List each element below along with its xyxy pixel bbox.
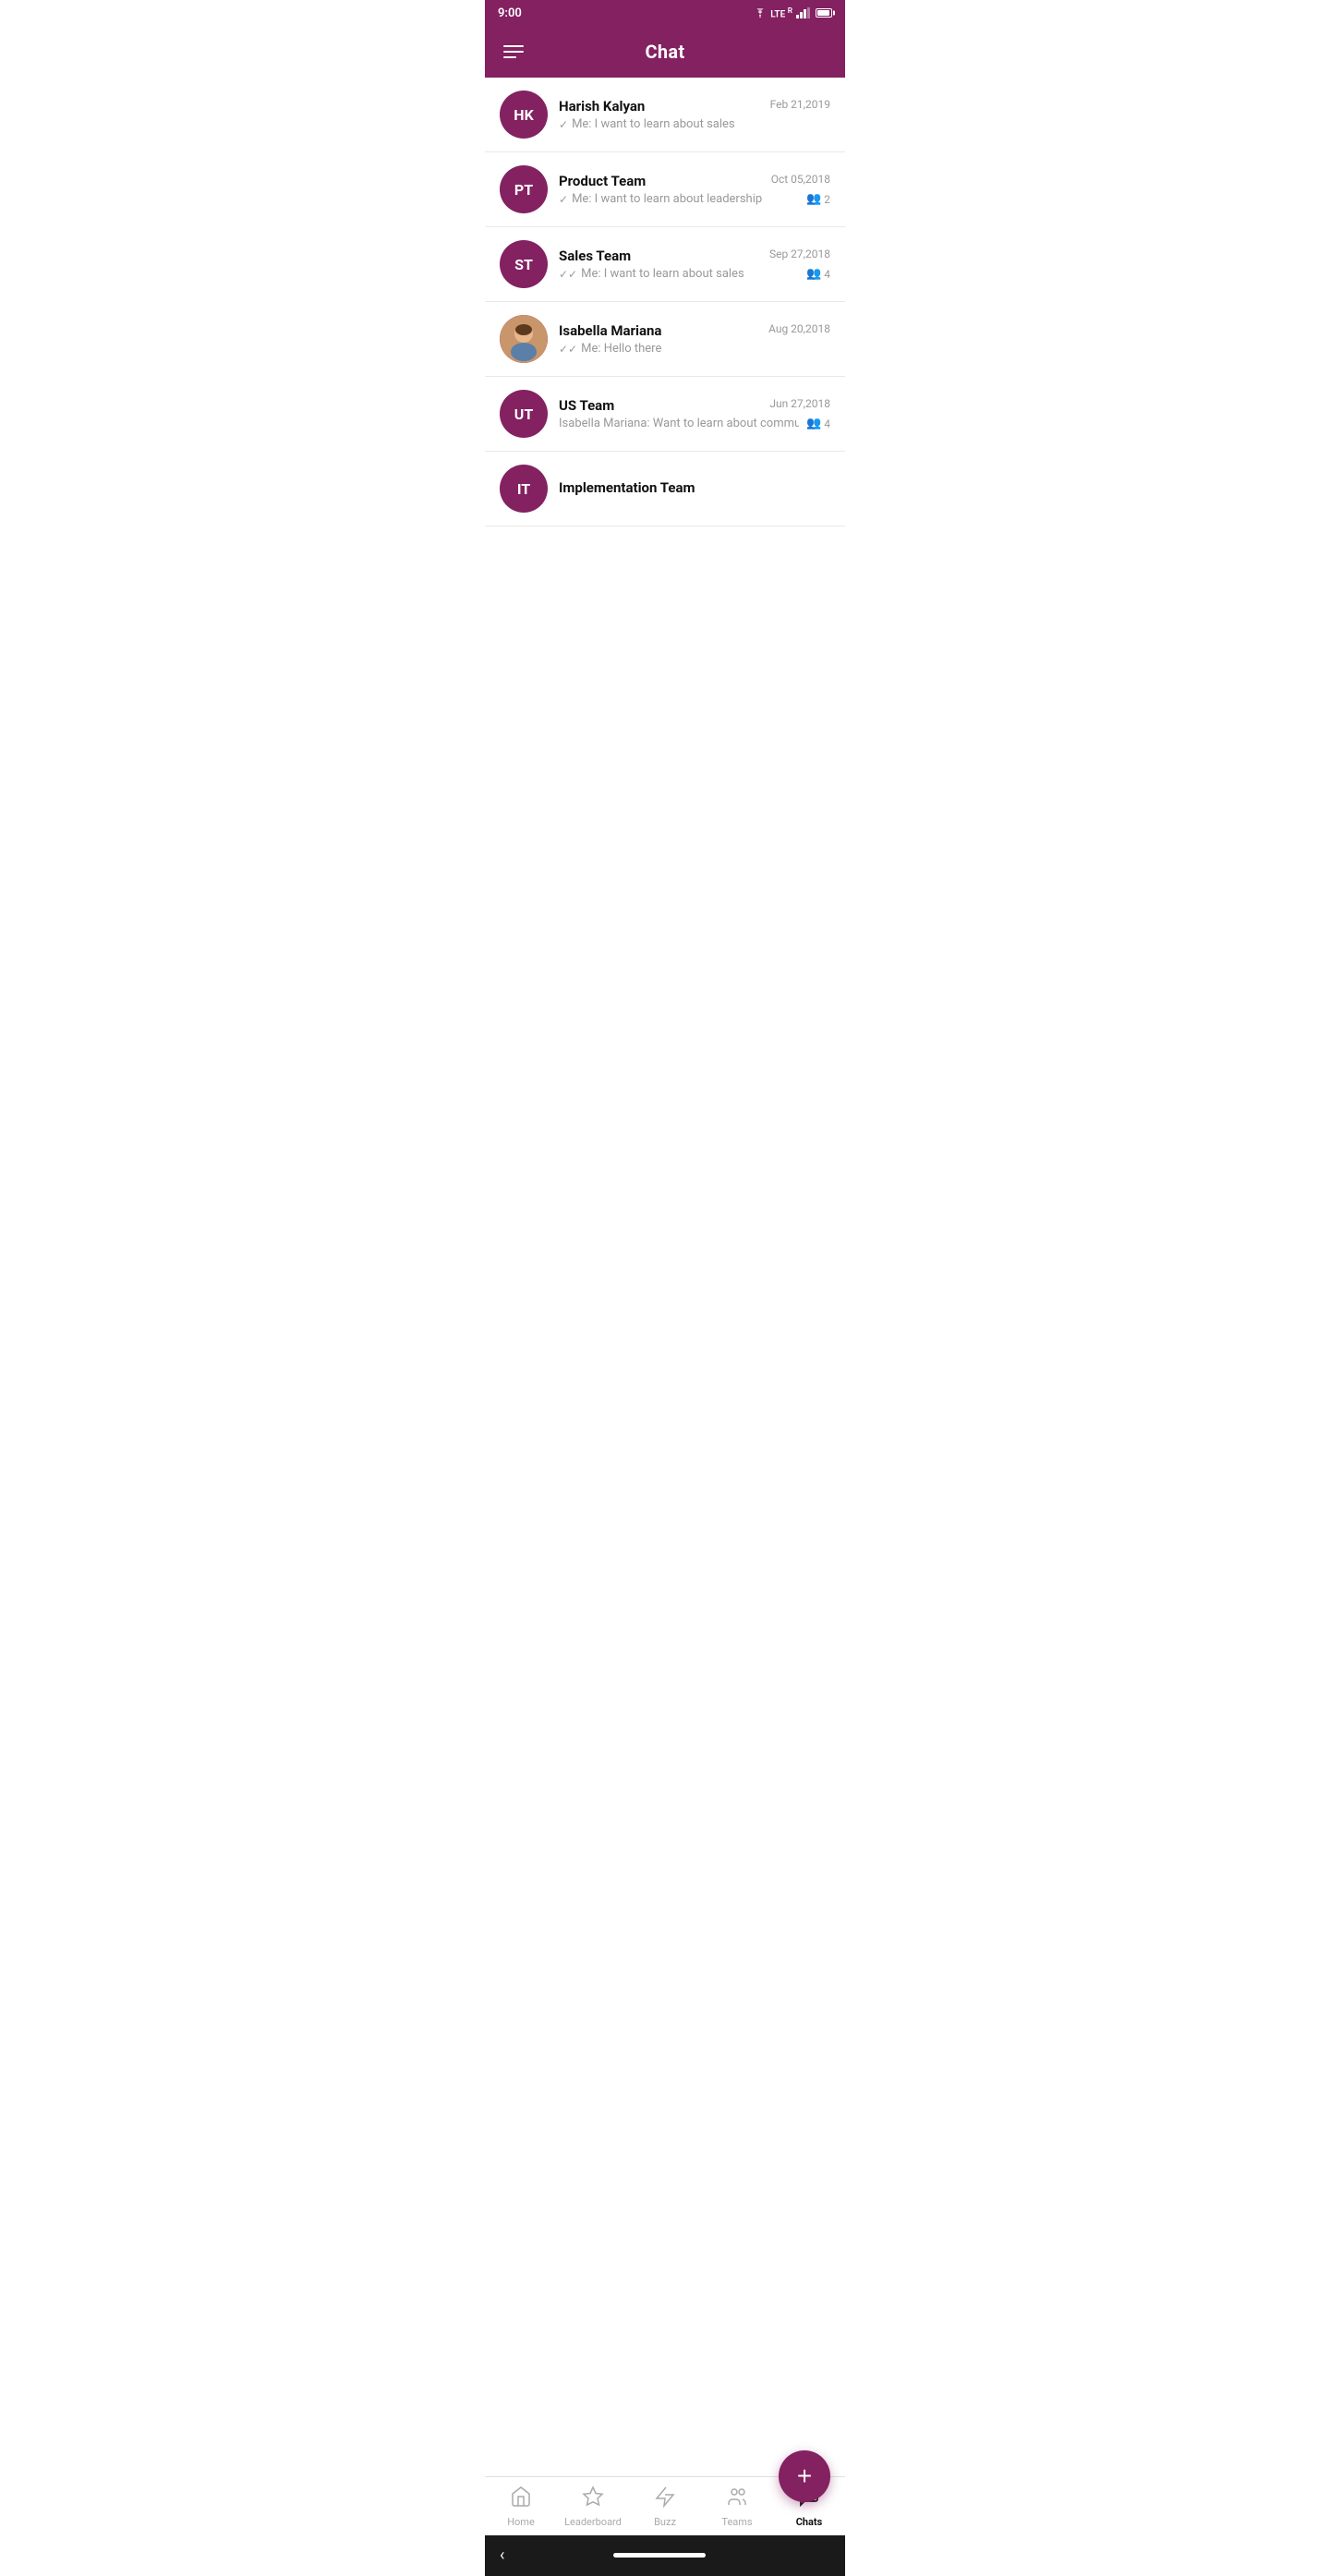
leaderboard-icon [582,2485,604,2513]
buzz-icon [654,2485,676,2513]
chat-content-implementation-team: Implementation Team [559,479,830,499]
chat-name-implementation-team: Implementation Team [559,479,695,496]
members-count: 4 [824,268,830,281]
members-badge-product-team: 👥2 [806,192,830,206]
chat-name-sales-team: Sales Team [559,248,631,264]
chat-list: HK Harish Kalyan Feb 21,2019 ✓ Me: I want t… [485,78,845,2476]
chat-name-product-team: Product Team [559,173,646,189]
double-check-icon: ✓✓ [559,343,577,356]
battery-icon [816,8,832,18]
chat-name-isabella-mariana: Isabella Mariana [559,322,661,339]
avatar-harish-kalyan: HK [500,91,548,139]
group-icon: 👥 [806,417,821,430]
chat-name-us-team: US Team [559,397,614,414]
chat-item-isabella-mariana[interactable]: Isabella Mariana Aug 20,2018 ✓✓ Me: Hello … [485,302,845,377]
new-chat-fab[interactable]: + [779,2450,830,2502]
avatar-implementation-team: IT [500,465,548,513]
menu-button[interactable] [500,42,527,62]
chat-date-harish-kalyan: Feb 21,2019 [770,98,830,111]
chat-preview-sales-team: ✓✓ Me: I want to learn about sales [559,267,799,281]
nav-item-buzz[interactable]: Buzz [629,2477,701,2535]
home-bar: ‹ [485,2535,845,2576]
chat-item-implementation-team[interactable]: IT Implementation Team [485,452,845,526]
teams-icon [726,2485,748,2513]
wifi-icon [754,8,767,18]
chat-date-product-team: Oct 05,2018 [771,173,830,186]
members-count: 2 [824,193,830,206]
nav-item-home[interactable]: Home [485,2477,557,2535]
members-badge-us-team: 👥4 [806,417,830,430]
members-count: 4 [824,417,830,430]
chat-preview-us-team: Isabella Mariana: Want to learn about co… [559,417,799,430]
chat-item-sales-team[interactable]: ST Sales Team Sep 27,2018 ✓✓ Me: I want to … [485,227,845,302]
chat-date-isabella-mariana: Aug 20,2018 [768,322,830,335]
avatar-us-team: UT [500,390,548,438]
home-icon [510,2485,532,2513]
members-badge-sales-team: 👥4 [806,267,830,281]
chat-item-product-team[interactable]: PT Product Team Oct 05,2018 ✓ Me: I want to… [485,152,845,227]
nav-label-home: Home [507,2516,535,2528]
nav-item-teams[interactable]: Teams [701,2477,773,2535]
back-button[interactable]: ‹ [500,2546,504,2565]
chat-content-us-team: US Team Jun 27,2018 Isabella Mariana: Want… [559,397,830,430]
chat-preview-product-team: ✓ Me: I want to learn about leadership [559,192,799,206]
group-icon: 👥 [806,267,821,281]
chat-content-isabella-mariana: Isabella Mariana Aug 20,2018 ✓✓ Me: Hello … [559,322,830,356]
chat-date-sales-team: Sep 27,2018 [769,248,830,260]
home-pill[interactable] [613,2553,706,2558]
chat-preview-harish-kalyan: ✓ Me: I want to learn about sales [559,117,830,131]
signal-bars [796,7,810,18]
double-check-icon: ✓✓ [559,268,577,281]
nav-label-buzz: Buzz [654,2516,676,2528]
chat-item-us-team[interactable]: UT US Team Jun 27,2018 Isabella Mariana: Wa… [485,377,845,452]
group-icon: 👥 [806,192,821,206]
status-bar: 9:00 LTE R [485,0,845,26]
single-check-icon: ✓ [559,118,568,131]
avatar-sales-team: ST [500,240,548,288]
nav-label-chats: Chats [796,2516,823,2528]
nav-label-leaderboard: Leaderboard [564,2516,622,2528]
chat-preview-isabella-mariana: ✓✓ Me: Hello there [559,342,830,356]
nav-item-leaderboard[interactable]: Leaderboard [557,2477,629,2535]
app-header: Chat [485,26,845,78]
avatar-product-team: PT [500,165,548,213]
chat-item-harish-kalyan[interactable]: HK Harish Kalyan Feb 21,2019 ✓ Me: I want t… [485,78,845,152]
chat-content-product-team: Product Team Oct 05,2018 ✓ Me: I want to l… [559,173,830,206]
avatar-isabella-mariana [500,315,548,363]
chat-date-us-team: Jun 27,2018 [769,397,830,410]
status-time: 9:00 [498,6,522,20]
status-icons: LTE R [754,6,832,19]
lte-indicator: LTE R [770,6,792,19]
chat-content-sales-team: Sales Team Sep 27,2018 ✓✓ Me: I want to le… [559,248,830,281]
chat-name-harish-kalyan: Harish Kalyan [559,98,645,115]
chat-content-harish-kalyan: Harish Kalyan Feb 21,2019 ✓ Me: I want to … [559,98,830,131]
page-title: Chat [527,41,803,63]
single-check-icon: ✓ [559,193,568,206]
nav-label-teams: Teams [721,2516,752,2528]
